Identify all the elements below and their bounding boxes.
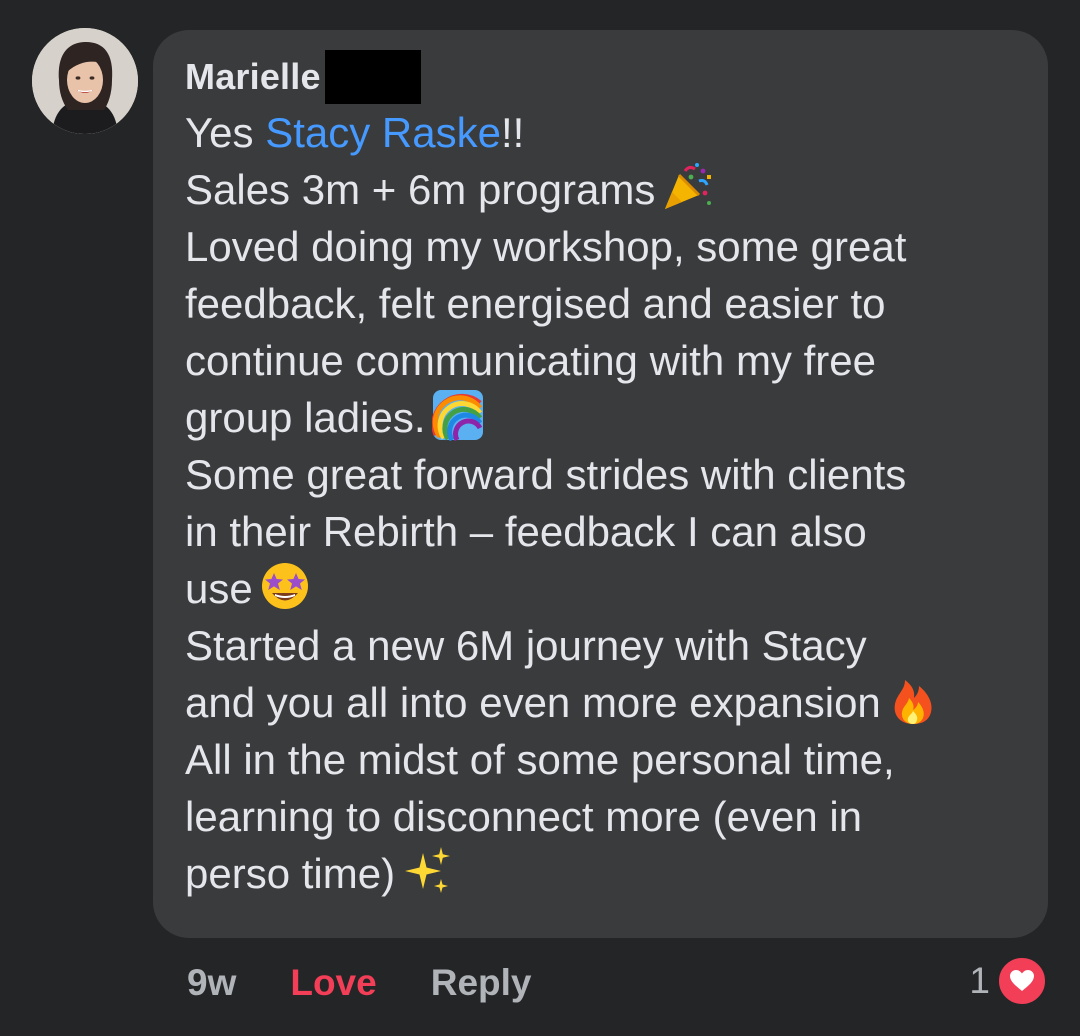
author-row: Marielle <box>185 50 421 104</box>
fire-icon <box>887 674 939 726</box>
comment-line: use <box>185 560 1035 617</box>
comment-line: in their Rebirth – feedback I can also <box>185 503 1035 560</box>
reaction-count: 1 <box>969 960 990 1001</box>
comment-line-text: learning to disconnect more (even in <box>185 793 863 840</box>
comment-line: feedback, felt energised and easier to <box>185 275 1035 332</box>
comment-line: group ladies. <box>185 389 1035 446</box>
love-reaction-button[interactable]: Love <box>290 962 376 1004</box>
profile-photo <box>32 28 138 134</box>
comment-line-text: in their Rebirth – feedback I can also <box>185 508 867 555</box>
comment-line-text: Started a new 6M journey with Stacy <box>185 622 867 669</box>
comment-line-text: Yes <box>185 109 266 156</box>
comment-line-text: Loved doing my workshop, some great <box>185 223 907 270</box>
reaction-summary[interactable]: 1 <box>969 953 1048 1009</box>
comment-line: All in the midst of some personal time, <box>185 731 1035 788</box>
reply-button[interactable]: Reply <box>431 962 532 1004</box>
comment-screen: Marielle Yes Stacy Raske!! Sales 3m + 6m … <box>0 0 1080 1036</box>
comment-line-text: use <box>185 565 253 612</box>
heart-icon <box>996 955 1048 1007</box>
comment-line-text: feedback, felt energised and easier to <box>185 280 886 327</box>
comment-line-text: and you all into even more expansion <box>185 679 881 726</box>
comment-line-text: group ladies. <box>185 394 426 441</box>
comment-line-text: !! <box>500 109 525 156</box>
comment-line-text: continue communicating with my free <box>185 337 876 384</box>
author-name[interactable]: Marielle <box>185 56 321 98</box>
redacted-surname <box>324 50 421 104</box>
comment-line-text: All in the midst of some personal time, <box>185 736 895 783</box>
comment-line: Sales 3m + 6m programs <box>185 161 1035 218</box>
comment-line: and you all into even more expansion <box>185 674 1035 731</box>
comment-timestamp[interactable]: 9w <box>187 962 236 1004</box>
comment-line: Some great forward strides with clients <box>185 446 1035 503</box>
sparkles-icon <box>401 845 453 897</box>
party-popper-icon <box>661 161 713 213</box>
comment-line-text: Sales 3m + 6m programs <box>185 166 656 213</box>
comment-line: learning to disconnect more (even in <box>185 788 1035 845</box>
comment-line: continue communicating with my free <box>185 332 1035 389</box>
comment-bubble: Marielle Yes Stacy Raske!! Sales 3m + 6m … <box>153 30 1048 938</box>
comment-line: Loved doing my workshop, some great <box>185 218 1035 275</box>
comment-text: Yes Stacy Raske!! Sales 3m + 6m programs L… <box>185 104 1035 902</box>
comment-line: Started a new 6M journey with Stacy <box>185 617 1035 674</box>
comment-line-text: perso time) <box>185 850 396 897</box>
comment-line: perso time) <box>185 845 1035 902</box>
avatar[interactable] <box>32 28 138 134</box>
mention-link[interactable]: Stacy Raske <box>265 109 501 156</box>
comment-line-text: Some great forward strides with clients <box>185 451 907 498</box>
comment-actions: 9w Love Reply <box>187 955 531 1011</box>
rainbow-icon <box>430 389 484 442</box>
comment-line: Yes Stacy Raske!! <box>185 104 1035 161</box>
star-struck-icon <box>259 560 311 612</box>
